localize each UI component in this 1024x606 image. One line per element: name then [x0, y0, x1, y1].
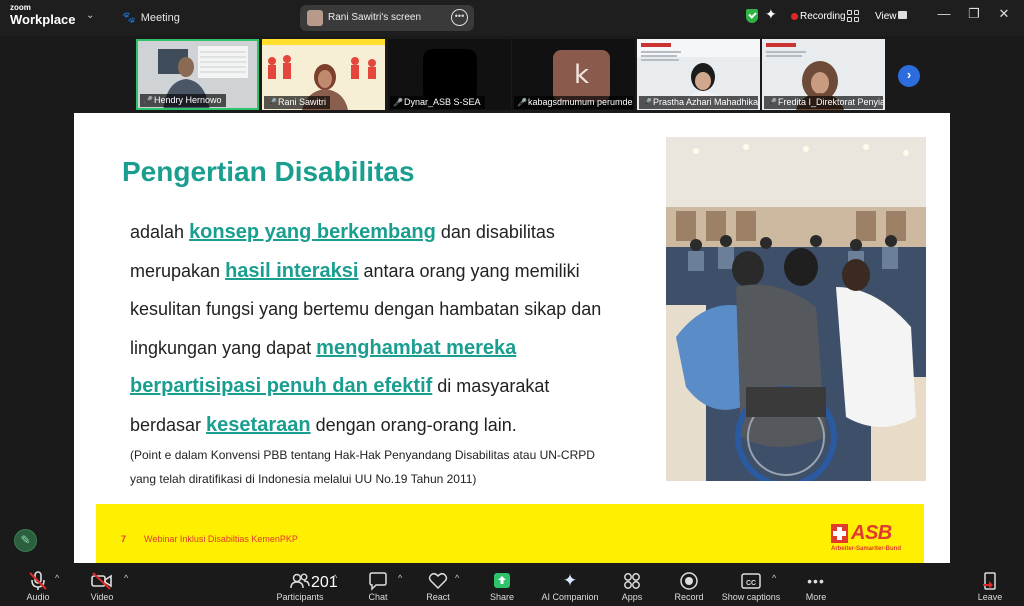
leave-door-icon	[972, 570, 1008, 592]
participant-strip: 🎤Hendry Hernowo 🎤Rani Sawitri 🎤Dynar_ASB…	[0, 36, 1024, 112]
mic-icon: 🎤	[143, 96, 153, 105]
participant-video-off	[423, 49, 477, 103]
participant-name: 🎤Dynar_ASB S-SEA	[390, 96, 485, 109]
apps-icon	[616, 570, 648, 592]
asb-logo-word: ASB	[851, 522, 892, 544]
security-shield-icon[interactable]	[746, 9, 758, 23]
heart-icon	[420, 570, 456, 592]
brand-big: Workplace	[10, 12, 76, 27]
close-button[interactable]: ✕	[994, 6, 1014, 22]
record-button[interactable]: Record	[670, 566, 708, 606]
paw-icon: 🐾	[122, 12, 136, 24]
audio-options-caret[interactable]: ^	[55, 566, 65, 606]
mic-muted-icon: 🎤	[642, 98, 652, 107]
asb-logo-subtitle: Arbeiter-Samariter-Bund	[831, 546, 902, 552]
mic-muted-icon: 🎤	[767, 98, 777, 107]
participants-options-caret[interactable]: ^	[333, 566, 343, 606]
mic-icon: 🎤	[267, 98, 277, 107]
leave-button[interactable]: Leave	[972, 566, 1008, 606]
mic-muted-icon: 🎤	[517, 98, 527, 107]
more-options-icon[interactable]: •••	[451, 9, 468, 26]
share-button[interactable]: Share	[484, 566, 520, 606]
audio-button[interactable]: Audio	[18, 566, 58, 606]
mic-muted-icon: 🎤	[393, 98, 403, 107]
chat-options-caret[interactable]: ^	[398, 566, 408, 606]
participant-name: 🎤Hendry Hernowo	[140, 94, 226, 107]
video-off-icon	[82, 570, 122, 592]
slide-title: Pengertian Disabilitas	[122, 156, 415, 187]
annotate-pencil-icon[interactable]: ✎	[14, 529, 37, 552]
participant-tile[interactable]: 🎤Rani Sawitri	[262, 39, 385, 110]
video-button[interactable]: Video	[82, 566, 122, 606]
recording-dot-icon	[791, 13, 798, 20]
more-button[interactable]: ••• More	[800, 566, 832, 606]
view-button[interactable]: View	[875, 11, 897, 22]
sparkle-icon: ✦	[562, 571, 578, 590]
brand-small: zoom	[10, 3, 31, 12]
more-dots-icon: •••	[807, 573, 825, 589]
react-button[interactable]: React	[420, 566, 456, 606]
view-icon[interactable]	[898, 11, 907, 19]
source-note: (Point e dalam Konvensi PBB tentang Hak-…	[130, 448, 595, 486]
minimize-button[interactable]: —	[934, 6, 954, 21]
slide-footer: 7 Webinar Inklusi Disabiltias KemenPKP A…	[96, 504, 924, 563]
line-5: berpartisipasi penuh dan efektif di masy…	[130, 375, 550, 397]
participant-name: 🎤Prastha Azhari Mahadhika_...	[639, 96, 758, 109]
line-2: merupakan hasil interaksi antara orang y…	[130, 259, 580, 282]
red-cross-icon	[831, 524, 848, 543]
title-bar: zoom Workplace ⌄ 🐾 Meeting Rani Sawitri's…	[0, 0, 1024, 36]
participant-name: 🎤Rani Sawitri	[264, 96, 331, 109]
chat-button[interactable]: Chat	[360, 566, 396, 606]
meeting-label: Meeting	[140, 12, 180, 24]
grid-layout-icon[interactable]	[847, 10, 859, 22]
next-page-button[interactable]: ›	[898, 65, 920, 87]
zoom-workplace-logo[interactable]: zoom Workplace	[10, 3, 76, 27]
ai-companion-button[interactable]: ✦ AI Companion	[540, 566, 600, 606]
participant-tile[interactable]: 🎤Prastha Azhari Mahadhika_...	[637, 39, 760, 110]
chat-bubble-icon	[360, 570, 396, 592]
participant-tile[interactable]: 🎤Dynar_ASB S-SEA	[388, 39, 511, 110]
record-icon	[670, 570, 708, 592]
participant-tile[interactable]: k 🎤kabagsdmumum perumdes	[512, 39, 635, 110]
participant-tile[interactable]: 🎤Hendry Hernowo	[136, 39, 259, 110]
react-options-caret[interactable]: ^	[455, 566, 465, 606]
restore-button[interactable]: ❐	[964, 6, 984, 22]
workshop-photo	[666, 137, 926, 481]
share-arrow-icon	[484, 570, 520, 592]
recording-label[interactable]: Recording	[800, 11, 846, 22]
ai-sparkle-icon[interactable]: ✦	[765, 6, 777, 23]
mic-muted-icon	[18, 570, 58, 592]
screen-share-label: Rani Sawitri's screen	[328, 12, 422, 23]
meeting-toolbar: Audio ^ Video ^ Participants 201 ^ Chat …	[0, 566, 1024, 606]
avatar	[307, 10, 323, 26]
line-3: kesulitan fungsi yang bertemu dengan ham…	[130, 299, 602, 319]
svg-text:CC: CC	[746, 580, 756, 587]
apps-button[interactable]: Apps	[616, 566, 648, 606]
line-6: berdasar kesetaraan dengan orang-orang l…	[130, 413, 517, 436]
participant-name: 🎤kabagsdmumum perumdes	[514, 96, 633, 109]
footer-text: Webinar Inklusi Disabiltias KemenPKP	[144, 534, 298, 544]
line-1: adalah konsep yang berkembang dan disabi…	[130, 221, 555, 243]
meeting-menu[interactable]: 🐾 Meeting	[122, 11, 180, 24]
definition-paragraph: adalah konsep yang berkembang dan disabi…	[130, 213, 640, 444]
asb-logo: ASB Arbeiter-Samariter-Bund	[829, 522, 905, 558]
shared-screen-slide: Pengertian Disabilitas adalah konsep yan…	[74, 113, 950, 563]
line-4: lingkungan yang dapat menghambat mereka	[130, 336, 517, 359]
slide-number: 7	[121, 534, 127, 544]
participant-name: 🎤Fredita I_Direktorat Penyia...	[764, 96, 883, 109]
chevron-down-icon[interactable]: ⌄	[86, 10, 94, 21]
participant-tile[interactable]: 🎤Fredita I_Direktorat Penyia...	[762, 39, 885, 110]
captions-options-caret[interactable]: ^	[772, 566, 782, 606]
avatar-letter: k	[553, 50, 610, 102]
screen-share-tab[interactable]: Rani Sawitri's screen •••	[300, 5, 474, 31]
video-options-caret[interactable]: ^	[124, 566, 134, 606]
